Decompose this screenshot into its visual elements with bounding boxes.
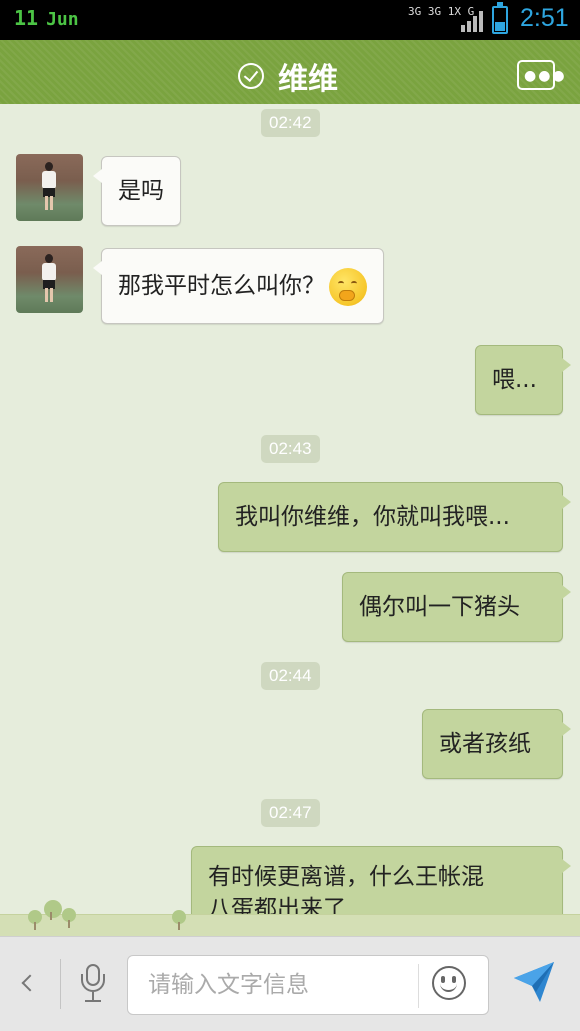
timestamp: 02:43 — [261, 435, 320, 463]
tree-icon — [172, 910, 186, 930]
status-bar: 11 Jun 3G 3G 1X G 2:51 — [0, 0, 580, 40]
chat-area[interactable]: 02:42 是吗 那我平时怎么叫你？ 喂... 02:43 我叫你维维，你就叫我… — [0, 104, 580, 936]
status-date: 11 Jun — [14, 6, 79, 30]
message-bubble-sent[interactable]: 喂... — [475, 345, 571, 415]
message-bubble-sent[interactable]: 或者孩纸 — [422, 709, 571, 779]
status-month: Jun — [46, 9, 79, 30]
more-options-button[interactable]: ●●● — [517, 60, 565, 90]
tree-icon — [62, 908, 76, 928]
message-text: 我叫你维维，你就叫我喂... — [235, 504, 510, 530]
mic-icon[interactable] — [78, 964, 108, 1004]
message-text: 偶尔叫一下猪头 — [359, 594, 520, 620]
message-bubble-received[interactable]: 那我平时怎么叫你？ — [93, 248, 384, 324]
message-bubble-received[interactable]: 是吗 — [93, 156, 181, 226]
message-text: 是吗 — [118, 178, 164, 204]
message-text: 或者孩纸 — [439, 731, 531, 757]
message-text: 喂... — [492, 367, 537, 393]
message-text: 那我平时怎么叫你？ — [118, 273, 325, 299]
tree-icon — [28, 910, 42, 930]
back-chevron-icon[interactable] — [20, 974, 34, 994]
avatar[interactable] — [16, 246, 83, 313]
contact-name[interactable]: 维维 — [278, 54, 338, 98]
divider — [60, 959, 61, 1009]
input-bar: 请输入文字信息 — [0, 936, 580, 1031]
timestamp: 02:47 — [261, 799, 320, 827]
signal-icon — [461, 11, 483, 32]
battery-icon — [492, 2, 508, 34]
timestamp: 02:42 — [261, 109, 320, 137]
scenery-ground — [0, 914, 580, 936]
status-day: 11 — [14, 6, 39, 30]
smiley-icon[interactable] — [432, 966, 466, 1000]
message-text-line-1: 有时候更离谱，什么王帐混 — [208, 864, 484, 890]
chat-header: 维维 ●●● — [0, 40, 580, 110]
send-icon[interactable] — [510, 958, 558, 1006]
input-placeholder: 请输入文字信息 — [148, 972, 309, 998]
message-bubble-sent[interactable]: 偶尔叫一下猪头 — [342, 572, 571, 642]
thinking-face-icon — [329, 267, 367, 306]
tree-icon — [44, 900, 62, 920]
status-time: 2:51 — [520, 4, 569, 32]
message-bubble-sent[interactable]: 我叫你维维，你就叫我喂... — [218, 482, 571, 552]
timestamp: 02:44 — [261, 662, 320, 690]
more-dots-icon: ●●● — [524, 68, 567, 84]
check-circle-icon — [238, 63, 264, 89]
avatar[interactable] — [16, 154, 83, 221]
